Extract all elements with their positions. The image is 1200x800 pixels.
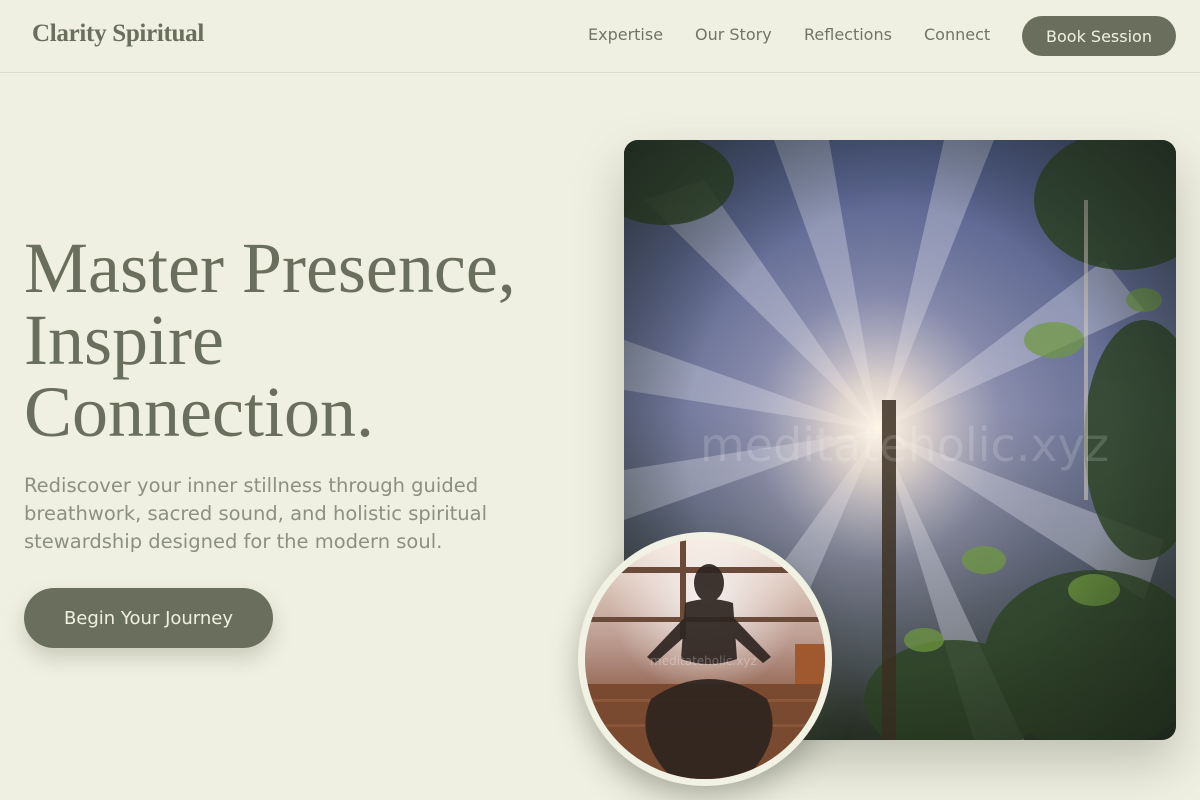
nav-link-expertise[interactable]: Expertise xyxy=(588,25,663,44)
hero-title-line-2: Inspire xyxy=(24,300,224,380)
nav-link-connect[interactable]: Connect xyxy=(924,25,990,44)
nav-link-reflections[interactable]: Reflections xyxy=(804,25,892,44)
site-header: Clarity Spiritual Expertise Our Story Re… xyxy=(0,0,1200,73)
hero-title: Master Presence, Inspire Connection. xyxy=(24,232,584,448)
meditation-photo-frame xyxy=(578,532,832,786)
meditation-photo xyxy=(585,539,825,779)
hero-subtitle: Rediscover your inner stillness through … xyxy=(24,474,487,553)
book-session-button[interactable]: Book Session xyxy=(1022,16,1176,56)
hero-title-line-3: Connection. xyxy=(24,372,374,452)
begin-journey-button[interactable]: Begin Your Journey xyxy=(24,588,273,648)
brand-logo[interactable]: Clarity Spiritual xyxy=(32,20,204,48)
nav-link-our-story[interactable]: Our Story xyxy=(695,25,772,44)
hero-title-line-1: Master Presence, xyxy=(24,228,516,308)
